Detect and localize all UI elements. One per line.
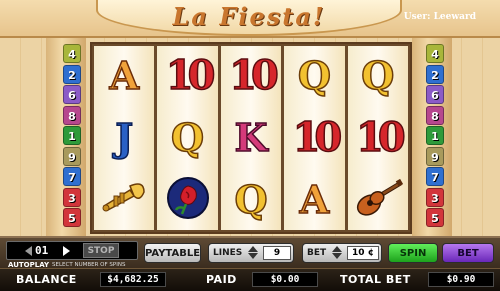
reel-symbol-10: 10 — [157, 46, 217, 106]
payline-indicator-1[interactable]: 1 — [426, 126, 444, 145]
reel-symbol-Q: Q — [284, 46, 344, 106]
payline-indicator-9[interactable]: 9 — [63, 146, 81, 166]
bet-down-arrow-icon[interactable] — [332, 253, 342, 259]
symbol-K-text: K — [234, 115, 269, 160]
symbol-A-text: A — [299, 177, 330, 222]
payline-indicator-9[interactable]: 9 — [426, 146, 444, 166]
trumpet-icon — [100, 178, 148, 222]
control-bar: 01 STOP AUTOPLAY SELECT NUMBER OF SPINS … — [0, 236, 500, 279]
reel-symbol-Q: Q — [157, 108, 217, 168]
guitar-icon — [353, 178, 403, 222]
user-label: User: Leeward — [403, 12, 476, 22]
symbol-Q-text: Q — [361, 53, 396, 98]
reel-4: Q 10 A — [284, 46, 345, 230]
symbol-10-text: 10 — [165, 52, 216, 99]
lines-value: 9 — [263, 246, 291, 260]
bet-selector: BET 10 ¢ — [302, 243, 382, 263]
symbol-10-text: 10 — [292, 114, 343, 161]
balance-label: BALANCE — [16, 273, 77, 286]
lines-down-arrow-icon[interactable] — [248, 253, 258, 259]
symbol-Q-text: Q — [297, 53, 332, 98]
bet-stepper[interactable] — [331, 245, 343, 261]
payline-indicators-right: 426819735 — [426, 44, 444, 229]
reel-symbol-A: A — [94, 46, 154, 106]
reel-symbol-J: J — [94, 108, 154, 168]
symbol-Q-text: Q — [170, 115, 205, 160]
payline-indicator-7[interactable]: 7 — [63, 167, 81, 186]
autoplay-stop-button[interactable]: STOP — [83, 243, 119, 258]
symbol-Q-text: Q — [234, 177, 269, 222]
symbol-A-text: A — [109, 53, 140, 98]
symbol-10-text: 10 — [355, 114, 406, 161]
payline-indicator-4[interactable]: 4 — [63, 44, 81, 63]
reel-symbol-trumpet — [94, 170, 154, 230]
autoplay-selector: 01 STOP — [6, 241, 138, 260]
game-title: La Fiesta! — [172, 2, 326, 31]
autoplay-increase-arrow-icon[interactable] — [63, 246, 70, 256]
reel-symbol-Q: Q — [221, 170, 281, 230]
payline-indicator-8[interactable]: 8 — [426, 105, 444, 125]
bet-up-arrow-icon[interactable] — [332, 246, 342, 252]
reel-window: A J 10 Q 10 K Q Q 10 A Q 10 — [90, 42, 412, 234]
payline-indicator-8[interactable]: 8 — [63, 105, 81, 125]
payline-indicator-6[interactable]: 6 — [426, 85, 444, 104]
reel-symbol-10: 10 — [284, 108, 344, 168]
lines-up-arrow-icon[interactable] — [248, 246, 258, 252]
payline-indicators-left: 426819735 — [63, 44, 81, 229]
payline-indicator-2[interactable]: 2 — [63, 64, 81, 84]
reel-1: AJ — [94, 46, 155, 230]
payline-indicator-5[interactable]: 5 — [426, 208, 444, 227]
payline-indicator-4[interactable]: 4 — [426, 44, 444, 63]
payline-indicator-3[interactable]: 3 — [426, 187, 444, 207]
bet-value: 10 ¢ — [347, 246, 379, 260]
reel-symbol-A: A — [284, 170, 344, 230]
reel-symbol-rose — [157, 170, 217, 230]
lines-stepper[interactable] — [247, 245, 259, 261]
reel-symbol-10: 10 — [221, 46, 281, 106]
lines-selector: LINES 9 — [208, 243, 294, 263]
total-bet-label: TOTAL BET — [340, 273, 411, 286]
bet-max-button[interactable]: BET MAX — [442, 243, 494, 279]
reel-symbol-guitar — [348, 170, 408, 230]
autoplay-spin-count: 01 — [35, 244, 49, 257]
lines-label: LINES — [213, 248, 243, 258]
symbol-J-text: J — [114, 115, 134, 160]
game-header: La Fiesta! User: Leeward — [0, 0, 500, 38]
payline-indicator-6[interactable]: 6 — [63, 85, 81, 104]
paytable-button[interactable]: PAYTABLE — [144, 243, 201, 263]
paid-value: $0.00 — [252, 272, 318, 287]
reel-5: Q 10 — [347, 46, 409, 230]
reel-2: 10 Q — [157, 46, 218, 230]
paid-label: PAID — [206, 273, 237, 286]
reel-3: 10 K Q — [220, 46, 282, 230]
payline-indicator-2[interactable]: 2 — [426, 64, 444, 84]
payline-indicator-1[interactable]: 1 — [63, 126, 81, 145]
reel-symbol-K: K — [221, 108, 281, 168]
payline-indicator-5[interactable]: 5 — [63, 208, 81, 227]
bet-label: BET — [307, 248, 327, 258]
symbol-10-text: 10 — [228, 52, 279, 99]
spin-button[interactable]: SPIN — [388, 243, 438, 263]
balance-value: $4,682.25 — [100, 272, 166, 287]
payline-indicator-3[interactable]: 3 — [63, 187, 81, 207]
total-bet-value: $0.90 — [428, 272, 494, 287]
reel-symbol-10: 10 — [348, 108, 408, 168]
status-bar: BALANCE $4,682.25 PAID $0.00 TOTAL BET $… — [0, 268, 500, 291]
reel-symbol-Q: Q — [348, 46, 408, 106]
autoplay-decrease-arrow-icon[interactable] — [25, 246, 32, 256]
rose-icon — [166, 176, 210, 224]
payline-indicator-7[interactable]: 7 — [426, 167, 444, 186]
